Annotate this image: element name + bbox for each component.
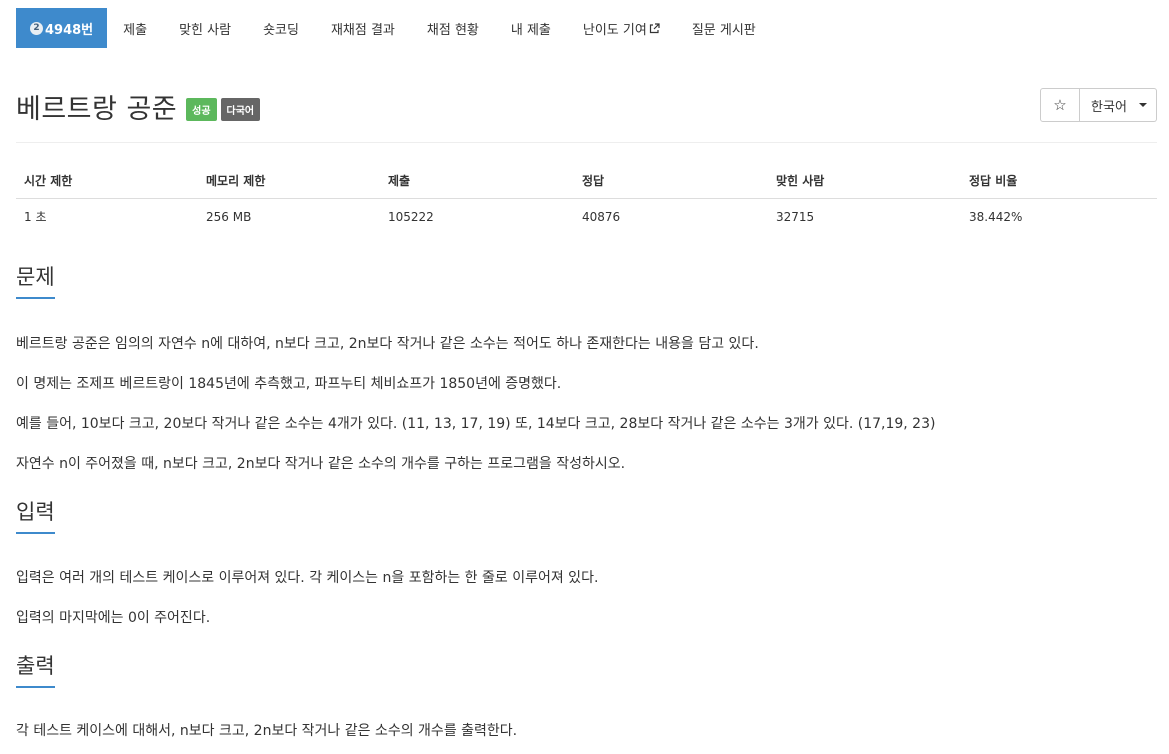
header-accepted: 정답 <box>574 164 768 199</box>
header-solved-users: 맞힌 사람 <box>768 164 961 199</box>
problem-heading: 문제 <box>16 265 55 300</box>
problem-title-row: 베르트랑 공준 성공 다국어 ☆ 한국어 <box>16 86 1157 126</box>
nav-short-coding[interactable]: 숏코딩 <box>247 8 315 48</box>
problem-paragraph: 자연수 n이 주어졌을 때, n보다 크고, 2n보다 작거나 같은 소수의 개… <box>16 456 626 472</box>
input-heading: 입력 <box>16 500 55 535</box>
cell-time-limit: 1 초 <box>24 210 47 224</box>
language-dropdown-label: 한국어 <box>1091 99 1127 115</box>
problem-title: 베르트랑 공준 <box>16 93 178 125</box>
cell-accepted: 40876 <box>582 209 621 224</box>
language-badge: 다국어 <box>220 97 261 121</box>
output-heading: 출력 <box>16 654 55 689</box>
nav-my-submissions[interactable]: 내 제출 <box>495 8 567 48</box>
title-button-group: ☆ 한국어 <box>1040 88 1157 122</box>
problem-info-table: 시간 제한 메모리 제한 제출 정답 맞힌 사람 정답 비율 1 초 256 M… <box>16 164 1157 234</box>
cell-submissions: 105222 <box>388 209 434 224</box>
nav-difficulty-label: 난이도 기여 <box>582 22 647 38</box>
status-badge: 성공 <box>186 97 217 121</box>
star-icon: ☆ <box>1053 96 1067 114</box>
nav-problem-number[interactable]: 2 4948번 <box>16 8 108 48</box>
header-submissions: 제출 <box>380 164 574 199</box>
output-section-header: 출력 <box>16 654 1157 689</box>
problem-paragraph: 예를 들어, 10보다 크고, 20보다 작거나 같은 소수는 4개가 있다. … <box>16 416 936 432</box>
cell-memory-limit: 256 MB <box>206 209 252 224</box>
section-divider <box>16 533 1157 535</box>
title-divider <box>16 142 1157 143</box>
table-row: 1 초 256 MB 105222 40876 32715 38.442% <box>16 199 1157 235</box>
header-accept-ratio: 정답 비율 <box>961 164 1157 199</box>
nav-submit[interactable]: 제출 <box>107 8 163 48</box>
nav-judge-status[interactable]: 채점 현황 <box>411 8 495 48</box>
input-paragraph: 입력은 여러 개의 테스트 케이스로 이루어져 있다. 각 케이스는 n을 포함… <box>16 570 599 586</box>
cell-solved-users: 32715 <box>776 209 815 224</box>
input-paragraph: 입력의 마지막에는 0이 주어진다. <box>16 610 211 626</box>
external-link-icon <box>649 22 660 33</box>
section-divider <box>16 687 1157 689</box>
star-button[interactable]: ☆ <box>1040 88 1080 122</box>
problem-number-label: 4948번 <box>45 22 94 38</box>
problem-paragraph: 베르트랑 공준은 임의의 자연수 n에 대하여, n보다 크고, 2n보다 작거… <box>16 336 759 352</box>
header-memory-limit: 메모리 제한 <box>198 164 380 199</box>
nav-question-board[interactable]: 질문 게시판 <box>676 8 772 48</box>
output-paragraph: 각 테스트 케이스에 대해서, n보다 크고, 2n보다 작거나 같은 소수의 … <box>16 723 518 739</box>
cell-accept-ratio: 38.442% <box>969 209 1023 224</box>
table-header-row: 시간 제한 메모리 제한 제출 정답 맞힌 사람 정답 비율 <box>16 164 1157 199</box>
tier-badge-icon: 2 <box>30 21 43 35</box>
header-time-limit: 시간 제한 <box>16 164 198 199</box>
nav-difficulty-contribution[interactable]: 난이도 기여 <box>567 8 676 48</box>
caret-down-icon <box>1138 103 1147 107</box>
input-section-header: 입력 <box>16 500 1157 535</box>
problem-paragraph: 이 명제는 조제프 베르트랑이 1845년에 추측했고, 파프누티 체비쇼프가 … <box>16 376 562 392</box>
problem-section-header: 문제 <box>16 265 1157 300</box>
nav-rejudge-results[interactable]: 재채점 결과 <box>315 8 411 48</box>
nav-solved-users[interactable]: 맞힌 사람 <box>163 8 247 48</box>
problem-menu: 2 4948번 제출 맞힌 사람 숏코딩 재채점 결과 채점 현황 내 제출 난… <box>16 8 772 48</box>
section-divider <box>16 298 1157 300</box>
language-dropdown[interactable]: 한국어 <box>1080 88 1157 122</box>
